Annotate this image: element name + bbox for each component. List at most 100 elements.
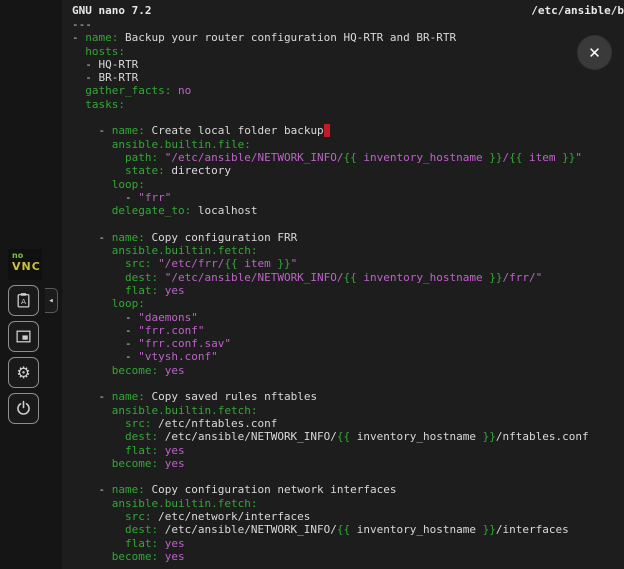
code-token: item <box>522 151 562 164</box>
code-token <box>72 98 85 111</box>
code-token: ansible.builtin.fetch: <box>112 244 258 257</box>
svg-text:A: A <box>21 297 27 306</box>
code-token: "vtysh.conf" <box>138 350 217 363</box>
code-token: flat: <box>125 284 158 297</box>
power-button[interactable] <box>8 393 39 424</box>
code-token: name: <box>112 124 145 137</box>
code-token <box>72 537 125 550</box>
editor-line: flat: yes <box>72 444 624 457</box>
code-token: "/etc/frr/ <box>158 257 224 270</box>
code-token <box>72 244 112 257</box>
gear-icon: ⚙ <box>16 365 30 381</box>
code-token <box>72 204 112 217</box>
code-token: inventory_hostname <box>350 523 482 536</box>
code-token: ansible.builtin.file: <box>112 138 251 151</box>
vnc-logo: no VNC <box>8 249 42 280</box>
editor-line: --- <box>72 18 624 31</box>
code-token: "frr.conf.sav" <box>138 337 231 350</box>
code-token: src: <box>125 417 152 430</box>
code-token <box>72 364 112 377</box>
editor-line: flat: yes <box>72 537 624 550</box>
code-token: dest: <box>125 430 158 443</box>
screen: { "titlebar": { "app": "GNU nano 7.2", "… <box>0 0 624 569</box>
code-token: - <box>72 311 138 324</box>
editor-line: path: "/etc/ansible/NETWORK_INFO/{{ inve… <box>72 151 624 164</box>
code-token: - <box>72 324 138 337</box>
code-token <box>72 523 125 536</box>
editor-line: dest: /etc/ansible/NETWORK_INFO/{{ inven… <box>72 430 624 443</box>
clipboard-icon: A <box>15 292 32 309</box>
editor-line: gather_facts: no <box>72 84 624 97</box>
code-token: "frr.conf" <box>138 324 204 337</box>
code-token: dest: <box>125 271 158 284</box>
editor-line: - "vtysh.conf" <box>72 350 624 363</box>
code-token: " <box>575 151 582 164</box>
code-token <box>72 45 85 58</box>
code-token: dest: <box>125 523 158 536</box>
code-token <box>158 151 165 164</box>
code-token: --- <box>72 18 92 31</box>
code-token <box>72 457 112 470</box>
code-token: flat: <box>125 537 158 550</box>
editor-line: - name: Copy configuration FRR <box>72 231 624 244</box>
code-token: Create local folder backup <box>145 124 324 137</box>
code-token: localhost <box>191 204 257 217</box>
code-token: directory <box>165 164 231 177</box>
editor-lines[interactable]: ---- name: Backup your router configurat… <box>62 18 624 563</box>
fullscreen-button[interactable] <box>8 321 39 352</box>
code-token <box>72 151 125 164</box>
code-token: {{ <box>337 523 350 536</box>
chevron-left-icon: ◂ <box>48 296 53 306</box>
code-token: name: <box>112 483 145 496</box>
code-token: path: <box>125 151 158 164</box>
close-button[interactable]: ✕ <box>578 36 611 69</box>
code-token <box>72 297 112 310</box>
editor-line: loop: <box>72 178 624 191</box>
code-token <box>72 510 125 523</box>
code-token: "frr" <box>138 191 171 204</box>
code-token: }} <box>483 430 496 443</box>
nano-version-label: GNU nano 7.2 <box>72 4 151 17</box>
fullscreen-icon <box>15 328 32 345</box>
editor-line: - name: Backup your router configuration… <box>72 31 624 44</box>
code-token: yes <box>165 550 185 563</box>
code-token: /etc/ansible/NETWORK_INFO/ <box>158 523 337 536</box>
code-token <box>158 550 165 563</box>
code-token: /etc/network/interfaces <box>151 510 310 523</box>
code-token: Copy configuration network interfaces <box>145 483 397 496</box>
clipboard-button[interactable]: A <box>8 285 39 316</box>
code-token: - <box>72 124 112 137</box>
code-token <box>72 417 125 430</box>
code-token <box>158 271 165 284</box>
code-token: inventory_hostname <box>357 151 489 164</box>
code-token <box>324 124 331 137</box>
editor-line: dest: /etc/ansible/NETWORK_INFO/{{ inven… <box>72 523 624 536</box>
code-token: name: <box>85 31 118 44</box>
editor-line: hosts: <box>72 45 624 58</box>
code-token: - <box>72 231 112 244</box>
editor-line <box>72 377 624 390</box>
terminal-window[interactable]: GNU nano 7.2 /etc/ansible/b ---- name: B… <box>62 0 624 569</box>
code-token: - <box>72 483 112 496</box>
code-token <box>72 164 125 177</box>
code-token: become: <box>112 550 158 563</box>
editor-line: - name: Copy configuration network inter… <box>72 483 624 496</box>
code-token: }} <box>483 523 496 536</box>
code-token: loop: <box>112 297 145 310</box>
code-token <box>72 138 112 151</box>
code-token: {{ <box>344 271 357 284</box>
control-bar-handle[interactable]: ◂ <box>45 288 58 313</box>
editor-line <box>72 111 624 124</box>
vnc-logo-top: no <box>12 251 42 260</box>
editor-line: dest: "/etc/ansible/NETWORK_INFO/{{ inve… <box>72 271 624 284</box>
code-token: }} <box>277 257 290 270</box>
editor-line: become: yes <box>72 364 624 377</box>
close-icon: ✕ <box>588 44 601 62</box>
code-token: " <box>291 257 298 270</box>
settings-button[interactable]: ⚙ <box>8 357 39 388</box>
code-token <box>72 497 112 510</box>
code-token: Backup your router configuration HQ-RTR … <box>118 31 456 44</box>
editor-line: - "frr.conf" <box>72 324 624 337</box>
code-token <box>72 257 125 270</box>
editor-line: - "frr.conf.sav" <box>72 337 624 350</box>
